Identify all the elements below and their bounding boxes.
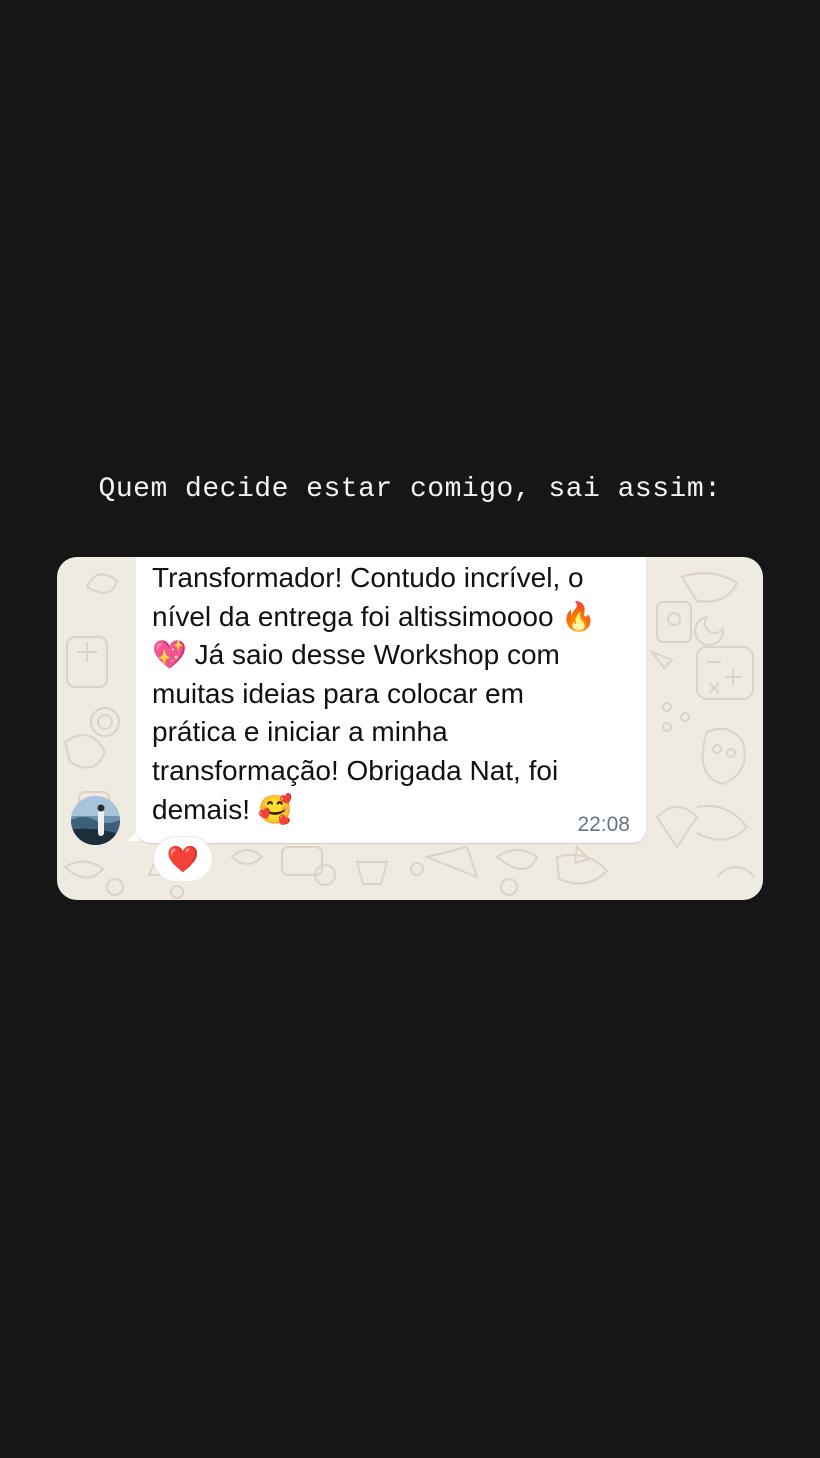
- contact-avatar[interactable]: [71, 796, 120, 845]
- red-heart-icon: ❤️: [166, 844, 200, 874]
- message-timestamp: 22:08: [577, 813, 630, 836]
- story-headline: Quem decide estar comigo, sai assim:: [98, 474, 722, 505]
- message-reaction[interactable]: ❤️: [153, 836, 213, 882]
- chat-screenshot-card: Transformador! Contudo incrível, o nível…: [57, 557, 763, 900]
- profile-photo-icon: [71, 796, 120, 845]
- incoming-message-bubble[interactable]: Transformador! Contudo incrível, o nível…: [136, 557, 646, 843]
- message-text: Transformador! Contudo incrível, o nível…: [152, 562, 597, 825]
